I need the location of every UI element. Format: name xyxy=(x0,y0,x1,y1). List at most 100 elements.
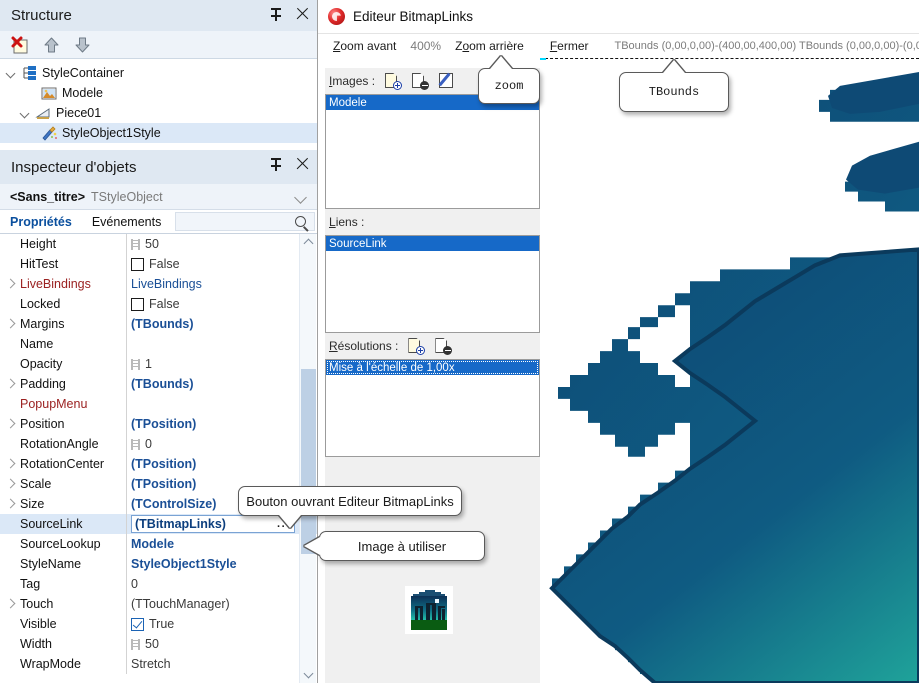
property-column-divider xyxy=(126,374,127,394)
delete-resolution-button[interactable] xyxy=(433,337,453,355)
property-value-cell[interactable]: True xyxy=(131,614,295,634)
tree-node-piece01[interactable]: Piece01 xyxy=(0,103,317,123)
add-resolution-button[interactable] xyxy=(406,337,426,355)
property-checkbox[interactable] xyxy=(131,297,144,311)
property-row-sourcelookup[interactable]: SourceLookup Modele xyxy=(0,534,317,554)
pin-icon[interactable] xyxy=(269,7,284,22)
chevron-right-icon[interactable] xyxy=(0,454,20,474)
property-checkbox[interactable] xyxy=(131,617,144,631)
property-value-cell[interactable]: (TBounds) xyxy=(131,314,295,334)
style-container-icon xyxy=(20,65,38,81)
chevron-right-icon[interactable] xyxy=(0,274,20,294)
property-value-cell[interactable]: 0 xyxy=(131,574,295,594)
close-menu[interactable]: Fermer xyxy=(543,39,596,53)
inspector-header: Inspecteur d'objets xyxy=(0,150,317,184)
property-row-tag[interactable]: Tag 0 xyxy=(0,574,317,594)
property-row-livebindings[interactable]: LiveBindings LiveBindings xyxy=(0,274,317,294)
property-value-cell[interactable]: False xyxy=(131,294,295,314)
property-value-cell[interactable]: 50 xyxy=(131,634,295,654)
property-row-rotationcenter[interactable]: RotationCenter (TPosition) xyxy=(0,454,317,474)
bitmap-canvas-area[interactable] xyxy=(540,58,919,683)
tab-proprietes[interactable]: Propriétés xyxy=(0,210,82,233)
property-value-cell[interactable] xyxy=(131,334,295,354)
tree-node-styleobject1style[interactable]: StyleObject1Style xyxy=(0,123,317,143)
close-icon[interactable] xyxy=(295,7,310,22)
tree-node-label: StyleContainer xyxy=(42,66,124,80)
list-item[interactable]: SourceLink xyxy=(326,236,539,251)
property-row-width[interactable]: Width 50 xyxy=(0,634,317,654)
property-row-rotationangle[interactable]: RotationAngle 0 xyxy=(0,434,317,454)
property-row-spacer xyxy=(0,634,20,654)
chevron-right-icon[interactable] xyxy=(0,314,20,334)
property-value-cell[interactable]: (TPosition) xyxy=(131,414,295,434)
resolutions-listbox[interactable]: Mise à l'échelle de 1,00x xyxy=(325,359,540,457)
list-item[interactable]: Mise à l'échelle de 1,00x xyxy=(326,360,539,375)
property-value-cell[interactable]: (TPosition) xyxy=(131,454,295,474)
chevron-up-icon[interactable] xyxy=(300,234,317,251)
tree-node-label: Piece01 xyxy=(56,106,102,120)
property-row-popupmenu[interactable]: PopupMenu xyxy=(0,394,317,414)
object-selector-combobox[interactable]: <Sans_titre> TStyleObject xyxy=(0,184,317,210)
property-value-cell[interactable]: False xyxy=(131,254,295,274)
property-value-cell[interactable]: (TTouchManager) xyxy=(131,594,295,614)
tab-evenements[interactable]: Evénements xyxy=(82,210,171,233)
zoom-in-menu[interactable]: Zoom avant xyxy=(326,39,403,53)
property-row-stylename[interactable]: StyleName StyleObject1Style xyxy=(0,554,317,574)
property-row-spacer xyxy=(0,294,20,314)
property-row-sourcelink[interactable]: SourceLink (TBitmapLinks) ··· xyxy=(0,514,317,534)
property-row-touch[interactable]: Touch (TTouchManager) xyxy=(0,594,317,614)
move-down-icon[interactable] xyxy=(72,35,93,55)
property-row-height[interactable]: Height 50 xyxy=(0,234,317,254)
property-value-cell[interactable] xyxy=(131,394,295,414)
property-value-cell[interactable]: (TBounds) xyxy=(131,374,295,394)
property-search-input[interactable] xyxy=(175,212,315,231)
tree-node-stylecontainer[interactable]: StyleContainer xyxy=(0,63,317,83)
property-row-hittest[interactable]: HitTest False xyxy=(0,254,317,274)
property-row-visible[interactable]: Visible True xyxy=(0,614,317,634)
property-row-wrapmode[interactable]: WrapMode Stretch xyxy=(0,654,317,674)
dialog-titlebar: Editeur BitmapLinks xyxy=(318,0,919,34)
property-row-margins[interactable]: Margins (TBounds) xyxy=(0,314,317,334)
links-listbox[interactable]: SourceLink xyxy=(325,235,540,333)
property-value-cell[interactable]: Stretch xyxy=(131,654,295,674)
property-value: (TBitmapLinks) xyxy=(135,517,226,531)
property-value: 50 xyxy=(145,637,159,651)
edit-image-button[interactable] xyxy=(437,72,456,90)
property-row-name[interactable]: Name xyxy=(0,334,317,354)
chevron-right-icon[interactable] xyxy=(0,494,20,514)
zoom-out-menu[interactable]: Zoom arrière xyxy=(448,39,531,53)
scrollbar-thumb[interactable] xyxy=(301,369,316,554)
chevron-right-icon[interactable] xyxy=(0,414,20,434)
property-value-cell[interactable]: StyleObject1Style xyxy=(131,554,295,574)
chevron-right-icon[interactable] xyxy=(0,594,20,614)
images-listbox[interactable]: Modele xyxy=(325,94,540,209)
chevron-down-icon[interactable] xyxy=(18,105,34,121)
property-column-divider xyxy=(126,454,127,474)
add-image-button[interactable] xyxy=(383,72,403,90)
property-row-position[interactable]: Position (TPosition) xyxy=(0,414,317,434)
property-value-cell[interactable]: 50 xyxy=(131,234,295,254)
tree-node-modele[interactable]: Modele xyxy=(0,83,317,103)
property-checkbox[interactable] xyxy=(131,257,144,271)
chevron-down-icon[interactable] xyxy=(4,65,20,81)
image-preview-thumbnail[interactable] xyxy=(405,586,453,634)
chevron-down-icon[interactable] xyxy=(300,666,317,683)
property-value-cell[interactable]: LiveBindings xyxy=(131,274,295,294)
move-up-icon[interactable] xyxy=(41,35,62,55)
property-value-cell[interactable]: Modele xyxy=(131,534,295,554)
delete-item-icon[interactable] xyxy=(10,35,31,55)
property-row-opacity[interactable]: Opacity 1 xyxy=(0,354,317,374)
property-value-cell[interactable]: 1 xyxy=(131,354,295,374)
chevron-right-icon[interactable] xyxy=(0,474,20,494)
property-row-locked[interactable]: Locked False xyxy=(0,294,317,314)
close-icon[interactable] xyxy=(295,157,310,172)
property-row-padding[interactable]: Padding (TBounds) xyxy=(0,374,317,394)
property-value-editor[interactable]: (TBitmapLinks) ··· xyxy=(131,515,295,533)
chevron-right-icon[interactable] xyxy=(0,374,20,394)
chevron-down-icon[interactable] xyxy=(294,191,307,204)
pin-icon[interactable] xyxy=(269,157,284,172)
property-value: (TPosition) xyxy=(131,477,197,491)
property-value-cell[interactable]: 0 xyxy=(131,434,295,454)
delete-image-button[interactable] xyxy=(410,72,430,90)
property-grid-scrollbar[interactable] xyxy=(299,234,316,683)
